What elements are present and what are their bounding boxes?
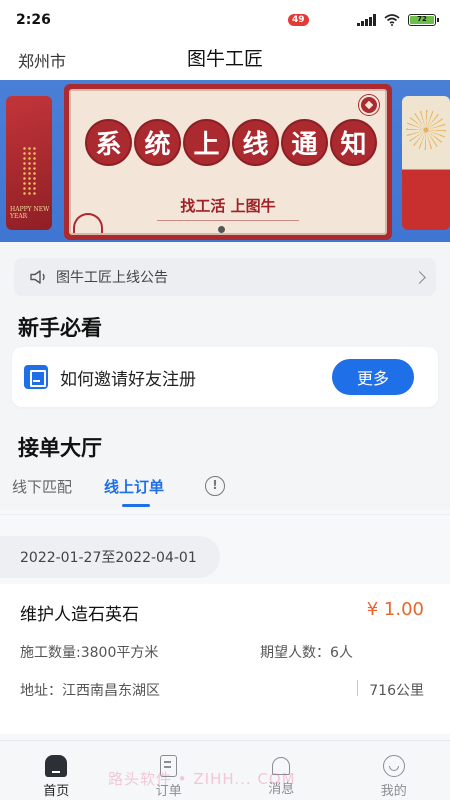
headline-char: 上 (183, 119, 230, 166)
home-icon (45, 755, 68, 777)
order-address: 地址：江西南昌东湖区 (20, 683, 160, 699)
tab-online-orders[interactable]: 线上订单 (104, 476, 164, 497)
nav-label: 订单 (155, 784, 182, 799)
nav-messages[interactable]: 消息 (225, 741, 338, 800)
headline-char: 系 (85, 119, 132, 166)
status-icons: 72 (357, 14, 439, 26)
order-quantity: 施工数量:3800平方米 (20, 645, 159, 661)
hall-tabs: 线下匹配 线上订单 (0, 470, 450, 510)
headline-char: 线 (232, 119, 279, 166)
guide-card[interactable]: 如何邀请好友注册 更多 (12, 347, 438, 407)
nav-orders[interactable]: 订单 (113, 741, 226, 800)
banner-slide-inner: 系 统 上 线 通 知 找工活 上图牛 (69, 89, 387, 235)
headline-char: 知 (330, 119, 377, 166)
bell-icon (272, 757, 291, 775)
book-icon (24, 365, 48, 389)
tree-decoration (22, 146, 36, 196)
battery-level: 72 (410, 16, 434, 24)
tab-offline-match[interactable]: 线下匹配 (12, 476, 72, 497)
nav-label: 首页 (43, 784, 70, 799)
more-button[interactable]: 更多 (332, 359, 414, 395)
separator (357, 680, 358, 696)
order-distance: 716公里 (369, 683, 424, 699)
order-people: 期望人数：6人 (260, 645, 353, 661)
banner-subline: 找工活 上图牛 (71, 195, 385, 221)
speaker-icon (30, 270, 45, 284)
banner-headline: 系 统 上 线 通 知 (85, 119, 377, 166)
seal-icon (359, 95, 379, 115)
banner-side-text: HAPPY NEW YEAR (10, 206, 50, 220)
carousel-indicator (218, 226, 225, 233)
signal-icon (357, 14, 376, 26)
nav-mine[interactable]: 我的 (338, 741, 450, 800)
nav-label: 我的 (380, 784, 407, 799)
order-price: ¥ 1.00 (366, 599, 424, 620)
announcement-text: 图牛工匠上线公告 (56, 270, 168, 286)
banner-carousel[interactable]: HAPPY NEW YEAR 系 统 上 线 通 知 找工活 上图牛 (0, 76, 450, 242)
headline-char: 统 (134, 119, 181, 166)
city-selector[interactable]: 郑州市 (18, 48, 66, 72)
smiley-icon (382, 755, 405, 777)
banner-slide-next[interactable] (402, 96, 450, 230)
section-title-hall: 接单大厅 (18, 436, 102, 460)
firework-decoration (406, 110, 446, 150)
headline-char: 通 (281, 119, 328, 166)
order-name: 维护人造石英石 (20, 605, 139, 625)
chevron-right-icon (413, 270, 426, 284)
guide-item-text: 如何邀请好友注册 (60, 369, 196, 390)
status-time: 2:26 (16, 12, 51, 28)
app-header: 郑州市 图牛工匠 (0, 40, 450, 76)
nav-label: 消息 (268, 782, 295, 797)
nav-home[interactable]: 首页 (0, 741, 113, 800)
page-title: 图牛工匠 (186, 48, 263, 70)
date-range-badge: 2022-01-27至2022-04-01 (0, 536, 220, 578)
battery-icon: 72 (408, 14, 439, 26)
wifi-icon (384, 14, 400, 26)
sun-decoration (73, 213, 103, 233)
order-icon (160, 755, 178, 777)
status-bar: 2:26 72 (0, 0, 450, 40)
info-icon[interactable]: ! (205, 476, 225, 496)
section-title-guide: 新手必看 (18, 316, 102, 340)
bottom-nav: 首页 订单 消息 我的 (0, 740, 450, 800)
order-card[interactable]: 维护人造石英石 ¥ 1.00 施工数量:3800平方米 期望人数：6人 地址：江… (0, 584, 450, 734)
active-tab-indicator (122, 504, 150, 507)
banner-slide-current[interactable]: 系 统 上 线 通 知 找工活 上图牛 (64, 84, 392, 240)
banner-slide-prev[interactable]: HAPPY NEW YEAR (6, 96, 52, 230)
message-count-badge: 49 (288, 14, 309, 26)
announcement-bar[interactable]: 图牛工匠上线公告 (14, 258, 436, 296)
divider (0, 514, 450, 515)
